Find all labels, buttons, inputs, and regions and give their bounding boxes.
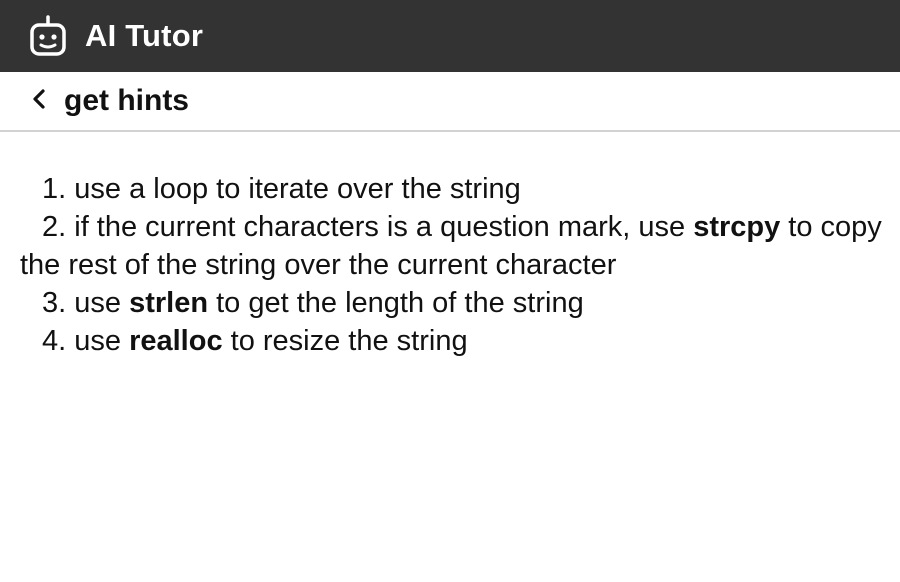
hint-item: 1. use a loop to iterate over the string: [20, 170, 890, 208]
hint-text: use: [74, 287, 130, 319]
page-title: get hints: [64, 84, 189, 117]
hint-item: 3. use strlen to get the length of the s…: [20, 284, 890, 322]
hint-text: if the current characters is a question …: [74, 211, 694, 243]
chevron-left-icon: [32, 88, 46, 115]
hint-keyword: strlen: [129, 287, 209, 319]
hint-number: 4.: [42, 325, 67, 357]
hint-text: to get the length of the string: [208, 287, 584, 319]
back-button[interactable]: [26, 86, 52, 116]
hint-number: 3.: [42, 287, 67, 319]
hint-number: 1.: [42, 173, 67, 205]
hint-text: use a loop to iterate over the string: [74, 173, 521, 205]
app-header: AI Tutor: [0, 0, 900, 72]
hint-number: 2.: [42, 211, 67, 243]
hint-keyword: realloc: [129, 325, 223, 357]
hints-list: 1. use a loop to iterate over the string…: [20, 170, 890, 360]
app-title: AI Tutor: [85, 18, 204, 53]
hint-keyword: strcpy: [693, 211, 781, 243]
page-header: get hints: [0, 72, 900, 132]
hint-text: use: [74, 325, 130, 357]
hint-item: 2. if the current characters is a questi…: [20, 208, 890, 284]
hint-item: 4. use realloc to resize the string: [20, 322, 890, 360]
hint-text: to resize the string: [222, 325, 468, 357]
robot-face-icon: [29, 15, 67, 57]
